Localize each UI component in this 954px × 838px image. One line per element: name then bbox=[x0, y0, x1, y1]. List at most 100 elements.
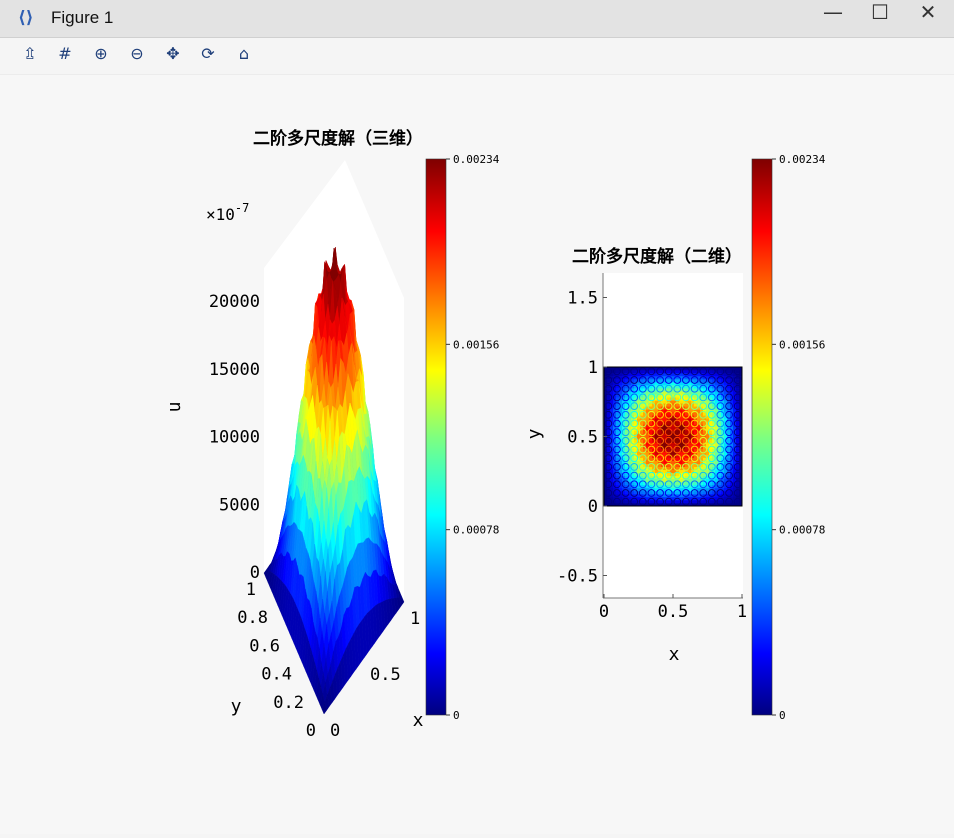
heatmap-cell bbox=[736, 457, 740, 461]
figure-app-icon: ⟨⟩ bbox=[18, 8, 34, 28]
heatmap-cell bbox=[685, 490, 689, 495]
heatmap-cell bbox=[688, 391, 692, 395]
heatmap-cell bbox=[607, 370, 611, 374]
surface-zlabel: u bbox=[164, 402, 185, 413]
heatmap-cell bbox=[625, 430, 629, 434]
grid-icon[interactable]: # bbox=[53, 44, 77, 68]
heatmap-cell bbox=[688, 400, 692, 404]
heatmap-cell bbox=[718, 439, 722, 443]
heatmap-cell bbox=[676, 457, 680, 461]
heatmap-cell bbox=[649, 481, 653, 486]
heatmap-cell bbox=[688, 469, 692, 474]
heatmap-cell bbox=[658, 421, 662, 425]
heatmap-cell bbox=[718, 421, 722, 425]
heatmap-cell bbox=[649, 379, 653, 383]
heatmap-cell bbox=[727, 499, 731, 504]
heatmap-x-tick-label: 1 bbox=[737, 602, 747, 622]
heatmap-cell bbox=[616, 439, 620, 443]
heatmap-cell bbox=[607, 421, 611, 425]
heatmap-cell bbox=[616, 421, 620, 425]
heatmap-cell bbox=[607, 457, 611, 461]
heatmap-cell bbox=[718, 481, 722, 486]
heatmap-cell bbox=[667, 421, 671, 425]
heatmap-cell bbox=[736, 379, 740, 383]
figure-canvas: 二阶多尺度解（三维） ×10-7 u 0 5000 10000 15000 20000 … bbox=[0, 75, 954, 834]
heatmap-cell bbox=[718, 379, 722, 383]
heatmap-cell bbox=[649, 439, 653, 443]
heatmap-cell bbox=[676, 472, 680, 477]
heatmap-cell bbox=[658, 403, 662, 407]
colorbar-tick-label: 0.00156 bbox=[453, 338, 499, 351]
heatmap-cell bbox=[736, 472, 740, 477]
heatmap-cell bbox=[727, 457, 731, 461]
heatmap-cell bbox=[616, 490, 620, 495]
colorbar-2-ticks: 0 0.00078 0.00156 0.00234 bbox=[772, 153, 826, 722]
heatmap-cell bbox=[667, 403, 671, 407]
heatmap-cell bbox=[658, 457, 662, 461]
heatmap-cell bbox=[619, 460, 623, 464]
heatmap-cell bbox=[715, 391, 719, 395]
heatmap-cell bbox=[727, 481, 731, 486]
heatmap-cell bbox=[727, 430, 731, 434]
colorbar-1-gradient bbox=[425, 158, 447, 716]
colorbar-2-gradient bbox=[751, 158, 773, 716]
heatmap-cell bbox=[667, 499, 671, 504]
heatmap-cell bbox=[640, 421, 644, 425]
heatmap-cell bbox=[658, 379, 662, 383]
heatmap-cell bbox=[676, 430, 680, 434]
heatmap-cell bbox=[649, 421, 653, 425]
rotate-icon[interactable]: ⟳ bbox=[196, 44, 220, 68]
heatmap-cell bbox=[619, 400, 623, 404]
close-button[interactable]: ✕ bbox=[905, 0, 951, 37]
heatmap-cell bbox=[625, 490, 629, 495]
heatmap-cell bbox=[736, 412, 740, 416]
window-title: Figure 1 bbox=[51, 8, 114, 27]
maximize-button[interactable]: ☐ bbox=[857, 0, 903, 37]
heatmap-cell bbox=[640, 370, 644, 374]
heatmap-cell bbox=[640, 439, 644, 443]
heatmap-cell bbox=[607, 388, 611, 392]
zoom-in-icon[interactable]: ⊕ bbox=[89, 44, 113, 68]
heatmap-cell bbox=[685, 481, 689, 486]
heatmap-cell bbox=[706, 478, 710, 483]
zoom-out-icon[interactable]: ⊖ bbox=[125, 44, 149, 68]
heatmap-cell bbox=[667, 412, 671, 416]
heatmap-cell bbox=[706, 469, 710, 474]
heatmap-cell bbox=[649, 430, 653, 434]
heatmap-cell bbox=[628, 469, 632, 474]
heatmap-cell bbox=[628, 478, 632, 483]
heatmap-cell bbox=[607, 481, 611, 486]
heatmap-cell bbox=[625, 439, 629, 443]
heatmap-cell bbox=[709, 499, 713, 504]
heatmap-cell bbox=[637, 478, 641, 483]
heatmap-cell bbox=[709, 421, 713, 425]
x-tick-label: 0 bbox=[330, 721, 340, 741]
heatmap-cell bbox=[619, 469, 623, 474]
colorbar-tick-label: 0.00078 bbox=[453, 524, 499, 537]
heatmap-cell bbox=[640, 430, 644, 434]
heatmap-cell bbox=[718, 370, 722, 374]
figure-toolbar: ⇫ # ⊕ ⊖ ✥ ⟳ ⌂ bbox=[0, 38, 954, 75]
heatmap-cell bbox=[697, 391, 701, 395]
heatmap-cell bbox=[727, 472, 731, 477]
heatmap-cell bbox=[676, 499, 680, 504]
colorbar-tick-label: 0.00078 bbox=[779, 524, 825, 537]
heatmap-cell bbox=[634, 430, 638, 434]
heatmap-cell bbox=[715, 460, 719, 464]
heatmap-cell bbox=[658, 490, 662, 495]
minimize-button[interactable]: — bbox=[810, 0, 856, 37]
heatmap-cell bbox=[727, 388, 731, 392]
heatmap-cell bbox=[685, 412, 689, 416]
home-icon[interactable]: ⌂ bbox=[232, 44, 256, 68]
heatmap-cell bbox=[667, 370, 671, 374]
heatmap-cell bbox=[667, 430, 671, 434]
save-icon[interactable]: ⇫ bbox=[18, 44, 42, 68]
x-tick-label: 0.5 bbox=[370, 665, 401, 685]
heatmap-cell bbox=[736, 388, 740, 392]
heatmap-cell bbox=[607, 499, 611, 504]
pan-icon[interactable]: ✥ bbox=[161, 44, 185, 68]
scale-exponent-label: ×10-7 bbox=[206, 201, 249, 224]
heatmap-cell bbox=[676, 448, 680, 452]
heatmap-cell bbox=[616, 448, 620, 452]
heatmap-cell bbox=[718, 412, 722, 416]
